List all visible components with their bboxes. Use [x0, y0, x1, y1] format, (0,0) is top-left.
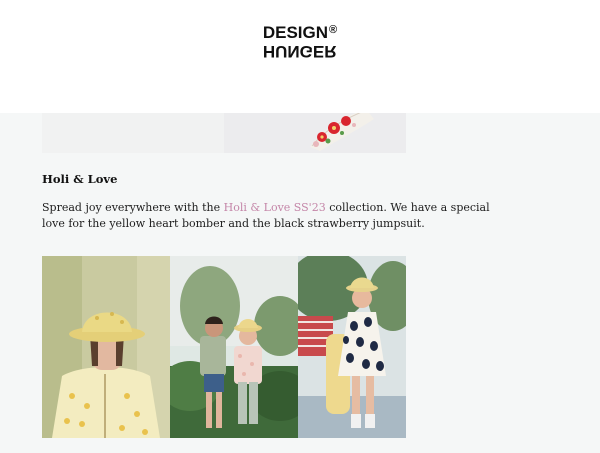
- logo-word-hunger-mirrored: HUNGER: [262, 42, 337, 61]
- two-kids-garden-photo[interactable]: [170, 256, 298, 438]
- photo-gallery: [42, 256, 406, 438]
- previous-image-right: [224, 113, 406, 153]
- article-title: Holi & Love: [42, 172, 118, 186]
- registered-mark: ®: [329, 24, 338, 36]
- article-section: Holi & Love Spread joy everywhere with t…: [42, 172, 490, 232]
- previous-image-left: [42, 113, 224, 153]
- girl-black-strawberry-jumpsuit-photo[interactable]: [298, 256, 406, 438]
- site-header: DESIGN® HUNGER: [0, 0, 600, 113]
- floral-shoe-illustration: [310, 113, 374, 151]
- previous-image-strip: [42, 113, 406, 153]
- design-hunger-logo[interactable]: DESIGN® HUNGER: [262, 23, 338, 61]
- girl-yellow-bucket-hat-photo[interactable]: [42, 256, 170, 438]
- collection-link[interactable]: Holi & Love SS'23: [224, 201, 326, 214]
- logo-word-design: DESIGN®: [262, 23, 338, 42]
- article-body: Spread joy everywhere with the Holi & Lo…: [42, 201, 490, 230]
